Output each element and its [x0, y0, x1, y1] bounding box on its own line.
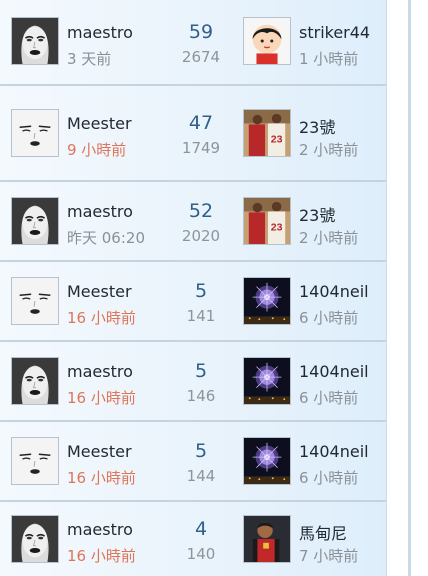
post-time: 昨天 06:20	[67, 229, 145, 247]
view-count: 144	[186, 467, 216, 485]
view-count: 1749	[181, 139, 221, 157]
author-name[interactable]: maestro	[67, 23, 133, 42]
last-post-time[interactable]: 7 小時前	[299, 545, 358, 566]
thread-row[interactable]: Meester 16 小時前 5 144 1404neil 6 小時前	[0, 422, 386, 500]
last-poster-name[interactable]: 23號	[299, 202, 335, 226]
row-divider	[0, 420, 386, 422]
reply-count: 5	[194, 360, 208, 382]
basketball-players-icon: 23	[244, 110, 290, 156]
last-post-time[interactable]: 2 小時前	[299, 139, 358, 160]
reply-count: 4	[194, 518, 208, 540]
row-divider	[0, 84, 386, 86]
woman-face-icon	[12, 198, 58, 244]
last-poster-avatar[interactable]	[243, 437, 291, 485]
last-poster-avatar[interactable]: 23	[243, 197, 291, 245]
last-poster-avatar[interactable]: 23	[243, 109, 291, 157]
author-name[interactable]: Meester	[67, 282, 132, 301]
reply-count: 5	[194, 440, 208, 462]
view-count: 141	[186, 307, 216, 325]
row-divider	[0, 180, 386, 182]
author-name[interactable]: maestro	[67, 202, 133, 221]
last-poster-name[interactable]: 23號	[299, 114, 335, 138]
fireworks-icon	[244, 278, 290, 324]
woman-face-icon	[12, 18, 58, 64]
author-avatar[interactable]	[11, 197, 59, 245]
basketball-players-icon: 23	[244, 198, 290, 244]
reply-count: 5	[194, 280, 208, 302]
football-player-icon	[244, 516, 290, 562]
svg-text:23: 23	[271, 222, 283, 234]
thread-row[interactable]: maestro 3 天前 59 2674 striker44 1 小時前	[0, 0, 386, 84]
post-time: 16 小時前	[67, 469, 136, 487]
author-name[interactable]: Meester	[67, 114, 132, 133]
post-time: 16 小時前	[67, 389, 136, 407]
last-poster-name[interactable]: striker44	[299, 23, 370, 42]
reply-count: 47	[188, 112, 214, 134]
author-avatar[interactable]	[11, 357, 59, 405]
thread-row[interactable]: Meester 9 小時前 47 1749 23 23號 2 小時前	[0, 86, 386, 180]
reply-count: 59	[188, 21, 214, 43]
thread-row[interactable]: Meester 16 小時前 5 141 1404neil 6 小時前	[0, 262, 386, 340]
cartoon-boy-icon	[244, 18, 290, 64]
face-sketch-icon	[12, 110, 58, 156]
view-count: 2674	[181, 48, 221, 66]
row-divider	[0, 260, 386, 262]
last-poster-avatar[interactable]	[243, 515, 291, 563]
author-avatar[interactable]	[11, 437, 59, 485]
last-post-time[interactable]: 6 小時前	[299, 387, 358, 408]
view-count: 146	[186, 387, 216, 405]
thread-row[interactable]: maestro 昨天 06:20 52 2020 23 23號 2 小時前	[0, 182, 386, 260]
post-time: 9 小時前	[67, 141, 127, 159]
reply-count: 52	[188, 200, 214, 222]
fireworks-icon	[244, 358, 290, 404]
face-sketch-icon	[12, 438, 58, 484]
fireworks-icon	[244, 438, 290, 484]
last-poster-name[interactable]: 馬甸尼	[299, 520, 347, 544]
woman-face-icon	[12, 358, 58, 404]
row-divider	[0, 500, 386, 502]
face-sketch-icon	[12, 278, 58, 324]
last-poster-name[interactable]: 1404neil	[299, 282, 369, 301]
last-post-time[interactable]: 6 小時前	[299, 467, 358, 488]
author-avatar[interactable]	[11, 277, 59, 325]
thread-row[interactable]: maestro 16 小時前 5 146 1404neil 6 小時前	[0, 342, 386, 420]
author-name[interactable]: maestro	[67, 362, 133, 381]
scrollbar-edge[interactable]	[408, 0, 411, 576]
last-poster-name[interactable]: 1404neil	[299, 362, 369, 381]
author-avatar[interactable]	[11, 17, 59, 65]
thread-row[interactable]: maestro 16 小時前 4 140 馬甸尼 7 小時前	[0, 502, 386, 576]
last-poster-avatar[interactable]	[243, 17, 291, 65]
post-time: 16 小時前	[67, 547, 136, 565]
svg-text:23: 23	[271, 134, 283, 146]
author-avatar[interactable]	[11, 109, 59, 157]
view-count: 140	[186, 545, 216, 563]
last-post-time[interactable]: 2 小時前	[299, 227, 358, 248]
last-poster-avatar[interactable]	[243, 277, 291, 325]
post-time: 3 天前	[67, 50, 112, 68]
thread-list: maestro 3 天前 59 2674 striker44 1 小時前 Meester…	[0, 0, 387, 576]
view-count: 2020	[181, 227, 221, 245]
author-name[interactable]: Meester	[67, 442, 132, 461]
last-post-time[interactable]: 1 小時前	[299, 48, 358, 69]
last-post-time[interactable]: 6 小時前	[299, 307, 358, 328]
last-poster-avatar[interactable]	[243, 357, 291, 405]
last-poster-name[interactable]: 1404neil	[299, 442, 369, 461]
post-time: 16 小時前	[67, 309, 136, 327]
author-avatar[interactable]	[11, 515, 59, 563]
row-divider	[0, 340, 386, 342]
author-name[interactable]: maestro	[67, 520, 133, 539]
woman-face-icon	[12, 516, 58, 562]
